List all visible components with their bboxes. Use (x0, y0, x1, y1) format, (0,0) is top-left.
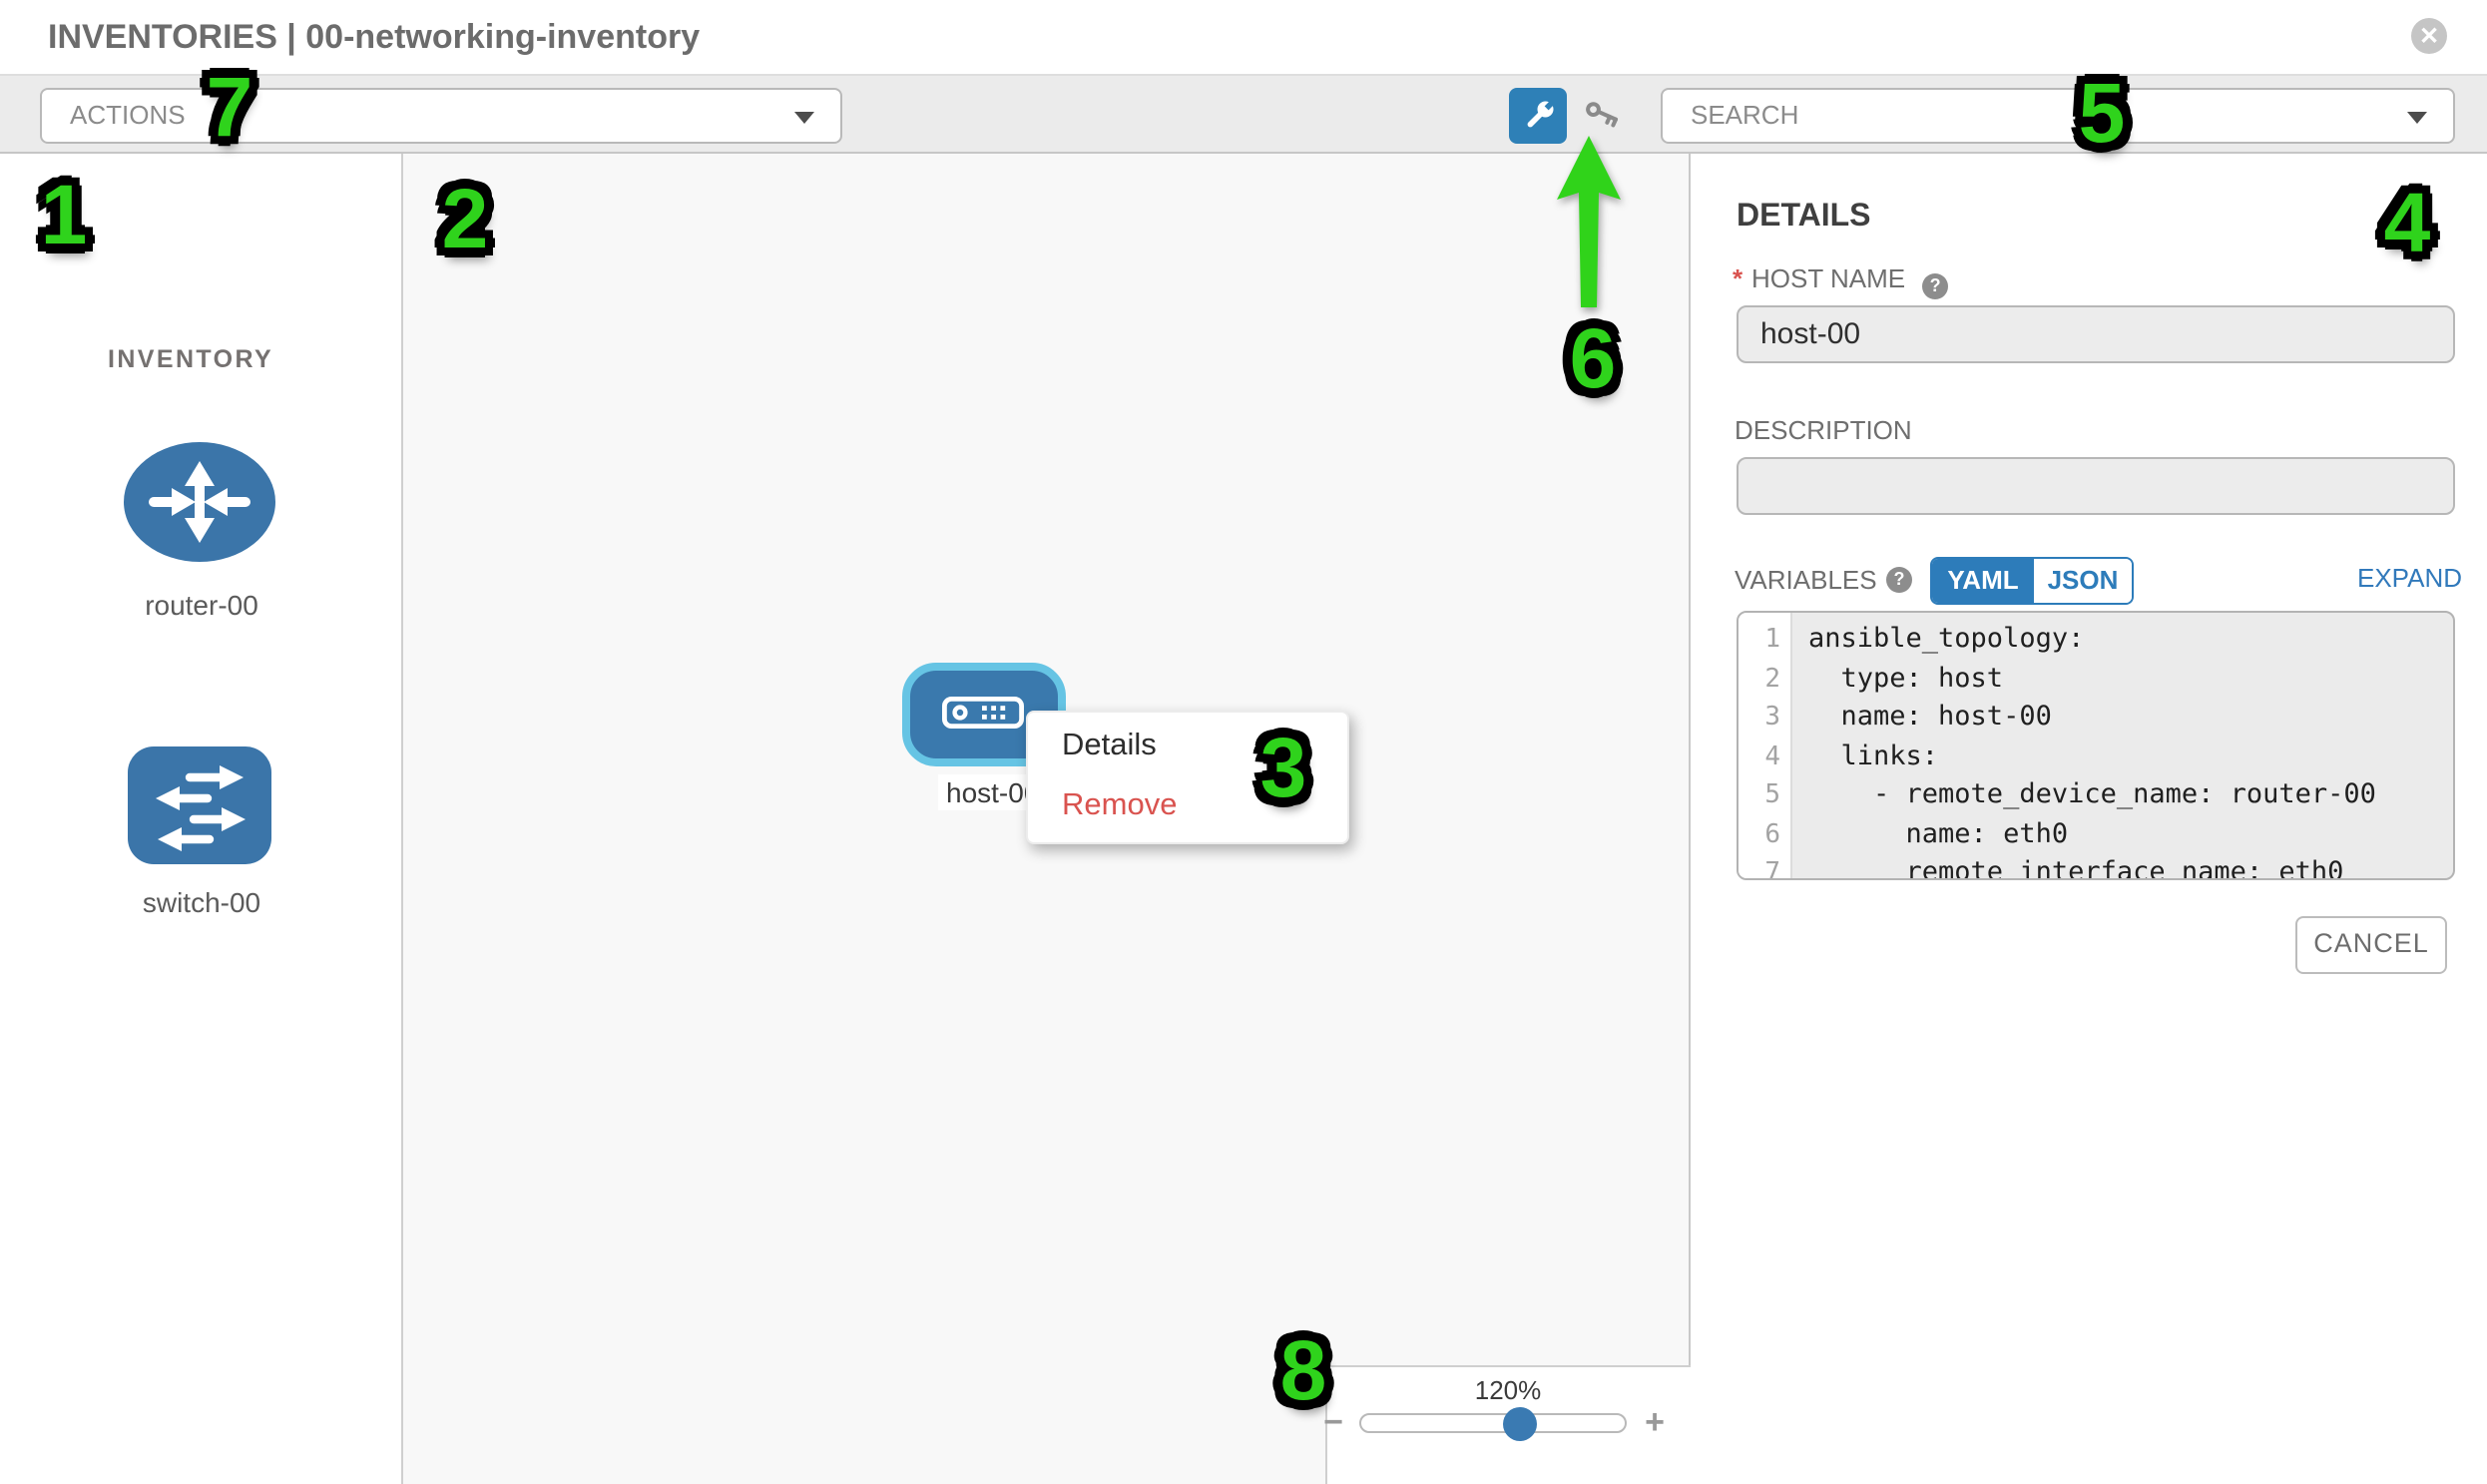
tab-yaml[interactable]: YAML (1932, 559, 2034, 602)
switch-node-icon[interactable] (128, 745, 271, 863)
key-icon[interactable] (1583, 100, 1623, 134)
chevron-down-icon (2407, 112, 2427, 124)
annotation-7: 7 (207, 60, 253, 156)
editor-code-area[interactable]: ansible_topology: type: host name: host-… (1792, 613, 2453, 878)
annotation-3: 3 (1260, 721, 1307, 816)
annotation-8: 8 (1280, 1323, 1327, 1419)
annotation-1: 1 (41, 168, 88, 263)
code-line: links: (1808, 738, 2453, 776)
host-name-label: HOST NAME (1751, 263, 1905, 293)
editor-gutter: 1 2 3 4 5 6 7 (1739, 613, 1792, 878)
host-name-input[interactable]: host-00 (1737, 304, 2455, 362)
code-line: ansible_topology: (1808, 621, 2453, 660)
close-icon[interactable]: ✕ (2411, 17, 2447, 53)
code-line: type: host (1808, 660, 2453, 699)
code-line: remote_interface_name: eth0 (1808, 854, 2453, 880)
code-line: name: eth0 (1808, 815, 2453, 854)
annotation-6: 6 (1570, 311, 1617, 407)
tab-json[interactable]: JSON (2034, 559, 2132, 602)
help-icon[interactable]: ? (1886, 566, 1912, 592)
details-title: DETAILS (1737, 200, 1871, 236)
cancel-button[interactable]: CANCEL (2295, 916, 2447, 973)
description-input[interactable] (1737, 457, 2455, 515)
actions-dropdown[interactable]: ACTIONS (40, 88, 842, 144)
search-dropdown[interactable]: SEARCH (1661, 88, 2455, 144)
search-placeholder: SEARCH (1663, 90, 2453, 142)
app-window: INVENTORIES | 00-networking-inventory ✕ … (0, 0, 2487, 1484)
inventory-sidebar: INVENTORY router-00 (0, 154, 403, 1484)
variables-code-editor[interactable]: 1 2 3 4 5 6 7 ansible_topology: type: ho… (1737, 611, 2455, 880)
router-node-label: router-00 (0, 588, 403, 620)
code-line: name: host-00 (1808, 699, 2453, 738)
chevron-down-icon (794, 112, 814, 124)
switch-node-label: switch-00 (0, 885, 403, 917)
zoom-percent: 120% (1325, 1375, 1691, 1405)
header-bar: INVENTORIES | 00-networking-inventory ✕ (0, 0, 2487, 74)
description-label: DESCRIPTION (1735, 415, 1912, 445)
variables-format-toggle: YAML JSON (1930, 557, 2134, 604)
inventory-heading: INVENTORY (108, 345, 273, 373)
annotation-arrow-up-icon (1553, 132, 1625, 315)
code-line: - remote_device_name: router-00 (1808, 776, 2453, 815)
annotation-5: 5 (2079, 66, 2126, 162)
zoom-in-button[interactable]: + (1637, 1403, 1673, 1443)
actions-dropdown-label: ACTIONS (42, 90, 840, 142)
required-marker: * (1733, 263, 1742, 293)
wrench-icon (1518, 95, 1558, 145)
annotation-2: 2 (442, 172, 489, 267)
expand-link[interactable]: EXPAND (2357, 562, 2462, 592)
router-node-icon[interactable] (120, 439, 279, 565)
zoom-slider-track[interactable] (1359, 1413, 1627, 1433)
host-server-icon (941, 696, 1023, 738)
host-name-label-row: * HOST NAME ? (1733, 261, 1948, 299)
annotation-4: 4 (2384, 176, 2431, 271)
zoom-slider-handle[interactable] (1503, 1407, 1537, 1441)
page-title: INVENTORIES | 00-networking-inventory (48, 0, 700, 74)
variables-label: VARIABLES (1735, 565, 1877, 595)
help-icon[interactable]: ? (1922, 273, 1948, 299)
